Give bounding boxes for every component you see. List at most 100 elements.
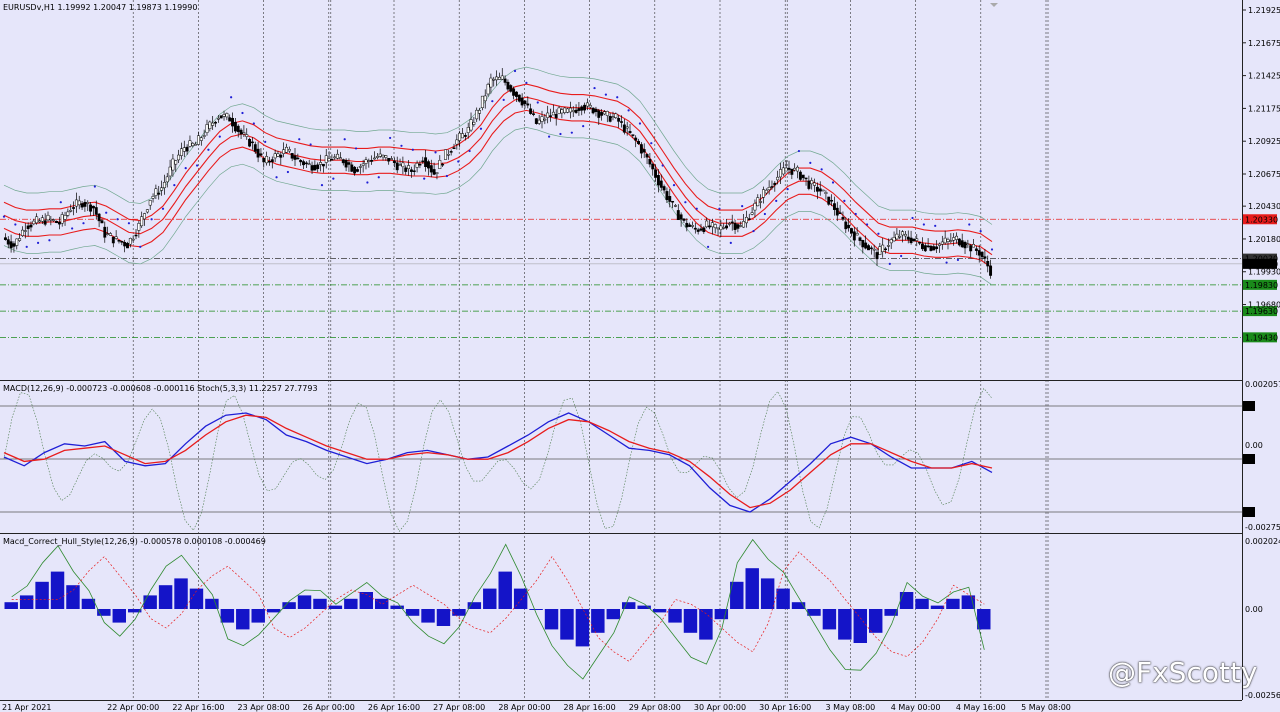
candle-body xyxy=(148,200,152,206)
candle-body xyxy=(506,81,510,90)
candle-body xyxy=(901,231,905,236)
candle-body xyxy=(341,159,345,164)
parabolic-sar-dot xyxy=(843,199,846,202)
candle-body xyxy=(407,165,411,170)
candle-body xyxy=(955,235,958,240)
candle-body xyxy=(688,224,692,227)
time-axis-label: 4 May 00:00 xyxy=(891,703,941,712)
histogram-bar xyxy=(652,609,667,613)
candle-body xyxy=(645,154,649,158)
candle-body xyxy=(35,216,39,224)
candle-body xyxy=(324,155,328,163)
candle-body xyxy=(850,228,853,234)
candle-body xyxy=(63,215,67,220)
candle-body xyxy=(512,88,516,96)
parabolic-sar-dot xyxy=(298,138,301,141)
parabolic-sar-dot xyxy=(831,181,835,184)
candle-body xyxy=(940,241,944,245)
parabolic-sar-dot xyxy=(377,176,380,179)
candle-body xyxy=(55,220,58,223)
parabolic-sar-dot xyxy=(604,93,607,96)
candle-body xyxy=(449,151,453,153)
histogram-bar xyxy=(35,581,49,609)
candle-body xyxy=(972,243,975,248)
candle-body xyxy=(807,180,811,189)
candle-body xyxy=(26,225,30,230)
candle-body xyxy=(796,166,799,172)
parabolic-sar-dot xyxy=(14,223,17,226)
candle-body xyxy=(259,153,263,156)
candle-body xyxy=(892,237,896,242)
candle-body xyxy=(813,182,817,186)
candle-body xyxy=(943,237,947,244)
parabolic-sar-dot xyxy=(650,142,653,145)
candle-body xyxy=(628,131,632,134)
macd-hull-header: Macd_Correct_Hull_Style(12,26,9) -0.0005… xyxy=(3,537,266,546)
macd-hull-panel[interactable] xyxy=(0,535,1242,700)
candle-body xyxy=(43,220,47,225)
candle-body xyxy=(91,205,95,209)
candle-body xyxy=(333,156,337,159)
macd-stoch-header: MACD(12,26,9) -0.000723 -0.000608 -0.000… xyxy=(3,384,318,393)
price-tick-label: 1.21675 xyxy=(1248,39,1280,48)
candle-body xyxy=(656,175,660,186)
parabolic-sar-dot xyxy=(786,187,789,191)
candle-body xyxy=(285,146,288,153)
parabolic-sar-dot xyxy=(979,229,982,233)
candle-body xyxy=(140,216,144,227)
candle-body xyxy=(83,201,87,207)
macd-tick-label: 0.00 xyxy=(1245,441,1263,450)
parabolic-sar-dot xyxy=(525,81,528,84)
parabolic-sar-dot xyxy=(354,147,358,150)
candle-body xyxy=(336,153,340,159)
parabolic-sar-dot xyxy=(695,207,698,210)
price-tick-label: 1.19680 xyxy=(1248,301,1280,310)
histogram-bar xyxy=(776,588,790,609)
candle-body xyxy=(489,77,493,88)
level-price-label: 1.20330 xyxy=(1245,215,1278,224)
time-axis-label: 23 Apr 08:00 xyxy=(238,703,290,712)
candle-body xyxy=(546,112,550,118)
parabolic-sar-dot xyxy=(434,151,437,154)
candle-body xyxy=(858,237,862,241)
histogram-bar xyxy=(498,571,512,609)
candle-body xyxy=(242,132,246,135)
candle-body xyxy=(299,159,303,163)
candle-body xyxy=(705,220,709,228)
candle-body xyxy=(503,78,507,83)
candle-body xyxy=(784,167,788,172)
candle-body xyxy=(540,116,544,122)
candle-body xyxy=(441,163,445,166)
parabolic-sar-dot xyxy=(343,138,346,141)
parabolic-sar-dot xyxy=(161,207,165,210)
time-axis-label: 29 Apr 08:00 xyxy=(629,703,681,712)
candle-body xyxy=(356,169,359,172)
candle-body xyxy=(415,162,419,168)
parabolic-sar-dot xyxy=(275,176,278,179)
trading-chart[interactable]: 1.203301.200301.198301.196301.194301.199… xyxy=(0,0,1280,712)
time-axis-label: 26 Apr 00:00 xyxy=(303,703,355,712)
parabolic-sar-dot xyxy=(809,161,812,164)
watermark: @FxScotty xyxy=(1108,656,1258,689)
parabolic-sar-dot xyxy=(661,164,664,167)
candle-body xyxy=(523,100,527,104)
histogram-bar xyxy=(174,578,188,609)
parabolic-sar-dot xyxy=(286,170,290,174)
parabolic-sar-dot xyxy=(105,211,108,214)
candle-body xyxy=(211,122,215,126)
price-tick-label: 1.20925 xyxy=(1248,137,1280,146)
candle-body xyxy=(475,109,479,120)
candle-body xyxy=(923,245,927,252)
parabolic-sar-dot xyxy=(763,212,766,216)
level-price-label: 1.19430 xyxy=(1245,333,1278,342)
candle-body xyxy=(208,121,212,129)
price-panel[interactable] xyxy=(0,0,1242,380)
parabolic-sar-dot xyxy=(956,258,960,262)
stoch-level-label: 50 xyxy=(1244,455,1254,464)
histogram-bar xyxy=(50,571,65,609)
price-axis: 1.203301.200301.198301.196301.194301.199… xyxy=(1242,6,1280,700)
candle-body xyxy=(620,121,623,123)
candle-body xyxy=(920,243,924,250)
candle-body xyxy=(869,247,873,250)
macd-stoch-panel[interactable] xyxy=(0,382,1242,533)
